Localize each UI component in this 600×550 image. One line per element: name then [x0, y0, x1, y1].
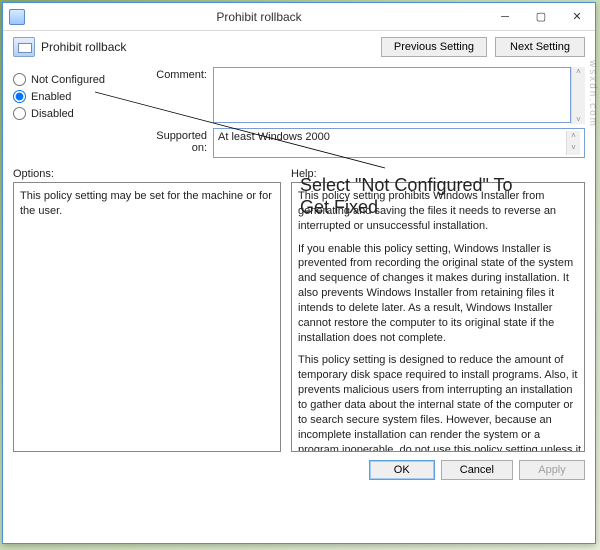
supported-row: Supported on: At least Windows 2000 ˄ ˅: [13, 128, 585, 158]
radio-enabled-input[interactable]: [13, 90, 26, 103]
supported-on-box: At least Windows 2000 ˄ ˅: [213, 128, 585, 158]
radio-disabled[interactable]: Disabled: [13, 107, 143, 120]
options-label: Options:: [13, 168, 281, 180]
options-text: This policy setting may be set for the m…: [20, 190, 272, 217]
policy-title: Prohibit rollback: [41, 40, 373, 54]
previous-setting-button[interactable]: Previous Setting: [381, 37, 487, 57]
maximize-button[interactable]: ▢: [523, 6, 559, 28]
help-paragraph: This policy setting prohibits Windows In…: [298, 189, 582, 234]
radio-disabled-label: Disabled: [31, 108, 74, 120]
scroll-down-icon: ˅: [576, 115, 581, 124]
watermark: wsxdn.com: [587, 60, 598, 128]
help-label: Help:: [291, 168, 585, 180]
footer-buttons: OK Cancel Apply: [13, 460, 585, 480]
next-setting-button[interactable]: Next Setting: [495, 37, 585, 57]
dialog-window: Prohibit rollback ─ ▢ ✕ Prohibit rollbac…: [2, 2, 596, 544]
options-panel: This policy setting may be set for the m…: [13, 182, 281, 452]
scroll-up-icon: ˄: [571, 131, 576, 143]
help-column: Help: This policy setting prohibits Wind…: [291, 168, 585, 452]
minimize-button[interactable]: ─: [487, 6, 523, 28]
scroll-up-icon: ˄: [576, 67, 581, 76]
supported-on-value: At least Windows 2000: [218, 131, 566, 155]
help-panel[interactable]: This policy setting prohibits Windows In…: [291, 182, 585, 452]
comment-scrollbar[interactable]: ˄ ˅: [571, 67, 585, 124]
supported-on-label: Supported on:: [143, 128, 213, 158]
radio-enabled-label: Enabled: [31, 91, 71, 103]
supported-scrollbar[interactable]: ˄ ˅: [566, 131, 580, 155]
header-row: Prohibit rollback Previous Setting Next …: [13, 37, 585, 57]
app-icon: [9, 9, 25, 25]
radio-group: Not Configured Enabled Disabled: [13, 67, 143, 124]
title-bar: Prohibit rollback ─ ▢ ✕: [3, 3, 595, 31]
comment-label: Comment:: [143, 67, 213, 124]
radio-not-configured-label: Not Configured: [31, 74, 105, 86]
radio-enabled[interactable]: Enabled: [13, 90, 143, 103]
cancel-button[interactable]: Cancel: [441, 460, 513, 480]
radio-not-configured[interactable]: Not Configured: [13, 73, 143, 86]
policy-icon: [13, 37, 35, 57]
comment-textarea[interactable]: [213, 67, 571, 123]
ok-button[interactable]: OK: [369, 460, 435, 480]
options-column: Options: This policy setting may be set …: [13, 168, 281, 452]
help-paragraph: This policy setting is designed to reduc…: [298, 353, 582, 452]
radio-disabled-input[interactable]: [13, 107, 26, 120]
config-section: Not Configured Enabled Disabled Comment:…: [13, 67, 585, 124]
window-title: Prohibit rollback: [31, 10, 487, 24]
close-button[interactable]: ✕: [559, 6, 595, 28]
apply-button[interactable]: Apply: [519, 460, 585, 480]
radio-not-configured-input[interactable]: [13, 73, 26, 86]
help-paragraph: If you enable this policy setting, Windo…: [298, 242, 582, 346]
content-area: Prohibit rollback Previous Setting Next …: [3, 31, 595, 488]
scroll-down-icon: ˅: [571, 143, 576, 155]
lower-panels: Options: This policy setting may be set …: [13, 168, 585, 452]
